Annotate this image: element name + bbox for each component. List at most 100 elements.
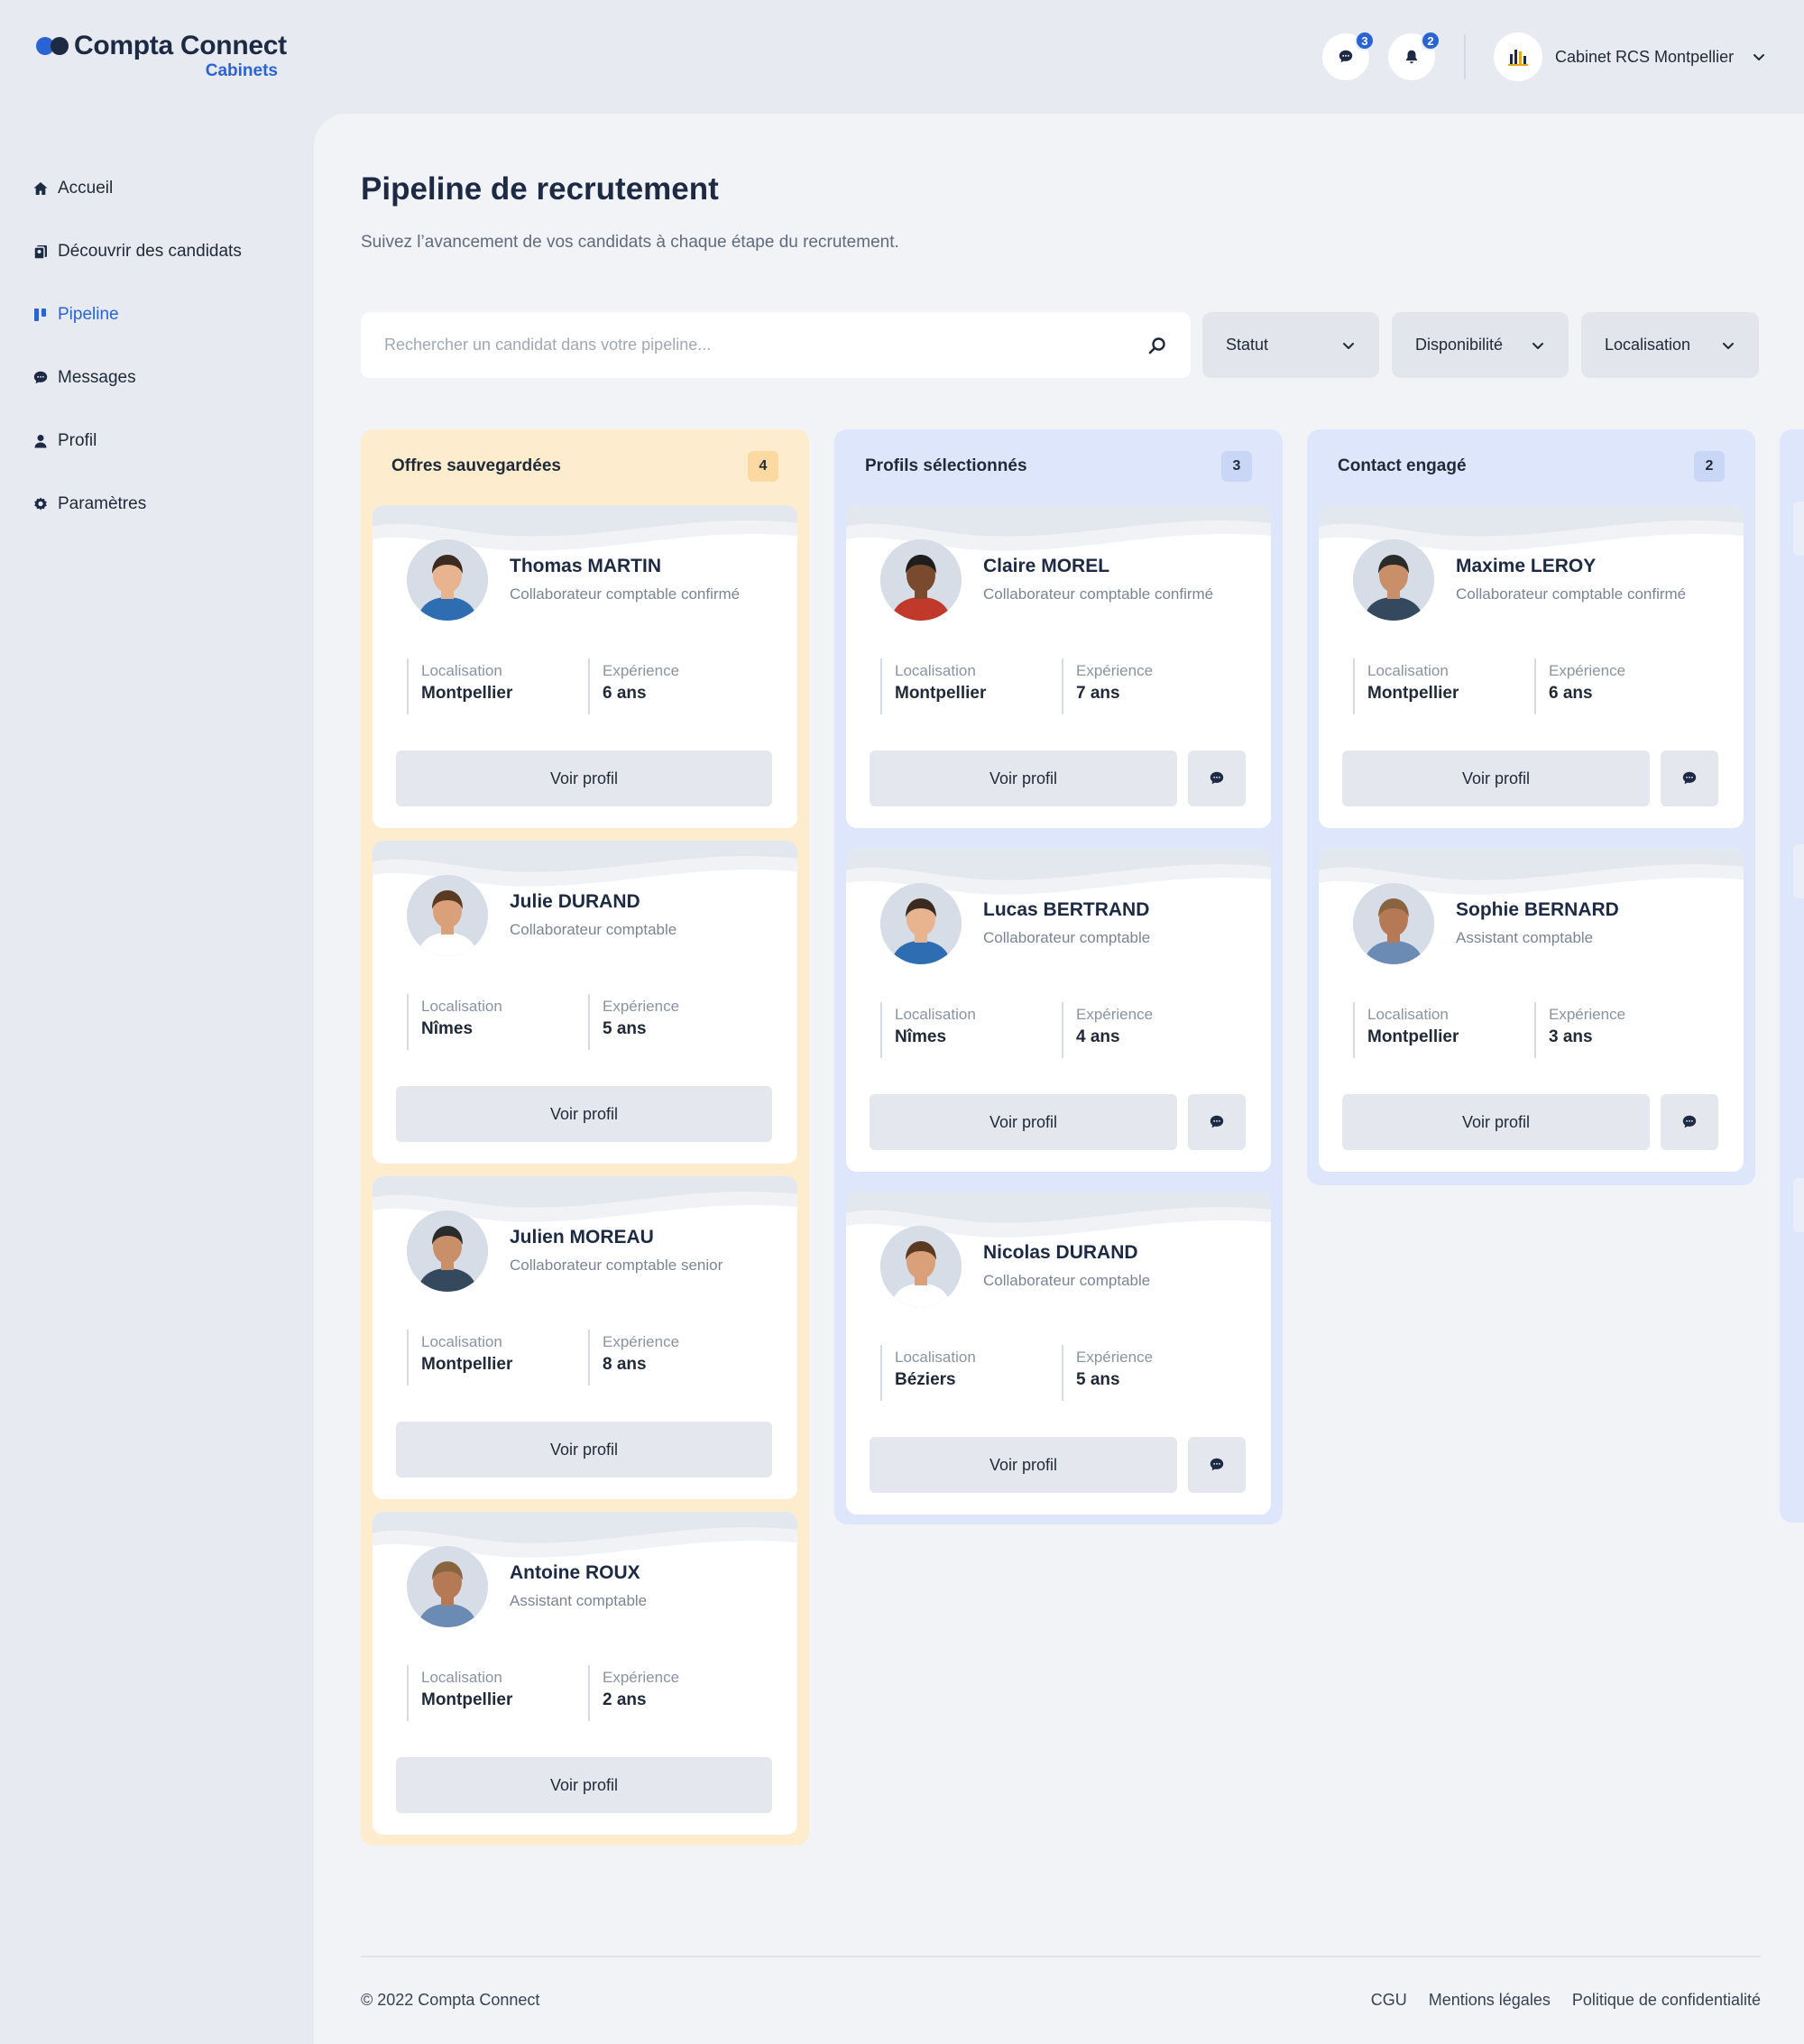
location-value: Béziers [895,1370,956,1389]
candidate-experience: Expérience 8 ans [588,1330,679,1386]
view-profile-button[interactable]: Voir profil [396,1757,772,1813]
location-label: Localisation [895,1349,976,1366]
filter-status-dropdown[interactable]: Statut [1202,312,1379,378]
sidebar-item-profil[interactable]: Profil [32,428,97,455]
location-value: Montpellier [421,1355,513,1374]
chevron-down-icon [1532,342,1543,349]
candidate-name: Maxime LEROY [1456,556,1597,576]
home-icon [33,182,48,195]
candidate-avatar [1353,539,1434,621]
candidate-card[interactable]: Thomas MARTIN Collaborateur comptable con… [373,505,797,828]
column-count-badge: 2 [1694,451,1725,482]
brand-logo[interactable]: Compta Connect Cabinets [36,31,287,85]
message-candidate-button[interactable] [1661,750,1718,806]
location-label: Localisation [421,662,502,679]
chevron-down-icon [1343,342,1354,349]
brand-subtitle: Cabinets [205,61,278,80]
view-profile-button[interactable]: Voir profil [1342,750,1650,806]
location-label: Localisation [421,998,502,1015]
candidate-experience: Expérience 6 ans [1534,658,1625,714]
candidate-name: Sophie BERNARD [1456,899,1619,920]
message-candidate-button[interactable] [1188,750,1246,806]
candidate-location: Localisation Montpellier [407,1665,512,1721]
candidate-name: Julie DURAND [510,891,640,912]
location-value: Nîmes [895,1027,947,1046]
experience-value: 3 ans [1549,1027,1593,1046]
account-name: Cabinet RCS Montpellier [1555,47,1735,66]
bell-icon [1405,50,1418,64]
messages-count-badge: 3 [1355,31,1375,51]
message-candidate-button[interactable] [1188,1094,1246,1150]
location-value: Montpellier [1367,1027,1459,1046]
column-title: Offres sauvegardées [391,456,561,475]
filter-availability-dropdown[interactable]: Disponibilité [1392,312,1569,378]
sidebar-item-label: Découvrir des candidats [58,242,242,261]
candidate-card[interactable]: Julien MOREAU Collaborateur comptable sen… [373,1176,797,1499]
header-divider [1464,34,1466,79]
sidebar-item-parametres[interactable]: Paramètres [32,491,146,518]
view-profile-button[interactable]: Voir profil [396,750,772,806]
candidate-avatar [407,539,488,621]
filter-location-dropdown[interactable]: Localisation [1581,312,1759,378]
location-value: Nîmes [421,1019,474,1038]
brand-name: Compta Connect [74,31,287,60]
footer-link-cgu[interactable]: CGU [1371,1991,1407,2010]
filter-availability-label: Disponibilité [1415,336,1504,354]
candidate-role: Collaborateur comptable [983,1272,1151,1289]
candidate-role: Collaborateur comptable senior [510,1257,723,1274]
view-profile-button[interactable]: Voir profil [870,1437,1177,1493]
notifications-button[interactable]: 2 [1388,31,1440,80]
sidebar-item-decouvrir[interactable]: Découvrir des candidats [32,238,242,265]
message-candidate-button[interactable] [1661,1094,1718,1150]
candidate-card[interactable]: Nicolas DURAND Collaborateur comptable Loc… [846,1192,1271,1515]
candidate-experience: Expérience 2 ans [588,1665,679,1721]
experience-label: Expérience [1549,662,1626,679]
candidate-card[interactable]: Claire MOREL Collaborateur comptable conf… [846,505,1271,828]
chat-icon [1682,771,1697,785]
chevron-down-icon [1723,342,1734,349]
sidebar-item-pipeline[interactable]: Pipeline [32,301,119,328]
chat-icon [1682,1115,1697,1128]
search-bar [361,312,1191,378]
experience-value: 7 ans [1076,684,1120,703]
candidate-role: Assistant comptable [510,1592,648,1609]
notifications-count-badge: 2 [1421,31,1440,51]
experience-label: Expérience [1076,662,1154,679]
sidebar-item-messages[interactable]: Messages [32,364,136,391]
column-title: Contact engagé [1338,456,1467,475]
experience-value: 2 ans [603,1690,647,1709]
message-candidate-button[interactable] [1188,1437,1246,1493]
sidebar-item-label: Profil [58,431,97,450]
footer-copyright: © 2022 Compta Connect [361,1991,540,2009]
pipeline-icon [34,308,46,321]
view-profile-button[interactable]: Voir profil [396,1422,772,1478]
pipeline-column: Profils sélectionnés 3 Claire MOREL Collabo… [834,429,1283,1524]
candidate-card[interactable]: Sophie BERNARD Assistant comptable Localis… [1319,849,1744,1172]
candidate-experience: Expérience 5 ans [588,994,679,1050]
experience-label: Expérience [1076,1349,1154,1366]
candidate-card[interactable]: Lucas BERTRAND Collaborateur comptable Loc… [846,849,1271,1172]
candidate-role: Collaborateur comptable [983,929,1151,946]
view-profile-button[interactable]: Voir profil [870,1094,1177,1150]
candidate-name: Julien MOREAU [510,1227,654,1248]
candidate-experience: Expérience 4 ans [1062,1002,1153,1058]
view-profile-button[interactable]: Voir profil [1342,1094,1650,1150]
page-subtitle: Suivez l’avancement de vos candidats à c… [361,233,899,252]
sidebar-item-accueil[interactable]: Accueil [32,175,113,202]
search-icon[interactable] [1147,336,1167,355]
footer-link-privacy[interactable]: Politique de confidentialité [1572,1991,1761,2010]
candidate-card[interactable]: Julie DURAND Collaborateur comptable Local… [373,841,797,1164]
account-menu[interactable]: Cabinet RCS Montpellier [1494,32,1766,81]
footer-link-mentions[interactable]: Mentions légales [1429,1991,1551,2010]
candidate-card[interactable]: Antoine ROUX Assistant comptable Localisat… [373,1512,797,1835]
location-label: Localisation [895,662,976,679]
experience-label: Expérience [603,1333,680,1350]
search-input[interactable] [384,336,1147,354]
candidate-card[interactable]: Maxime LEROY Collaborateur comptable conf… [1319,505,1744,828]
chat-icon [1210,1458,1224,1471]
view-profile-button[interactable]: Voir profil [870,750,1177,806]
location-value: Montpellier [895,684,987,703]
messages-button[interactable]: 3 [1322,31,1375,80]
candidate-experience: Expérience 5 ans [1062,1345,1153,1401]
view-profile-button[interactable]: Voir profil [396,1086,772,1142]
